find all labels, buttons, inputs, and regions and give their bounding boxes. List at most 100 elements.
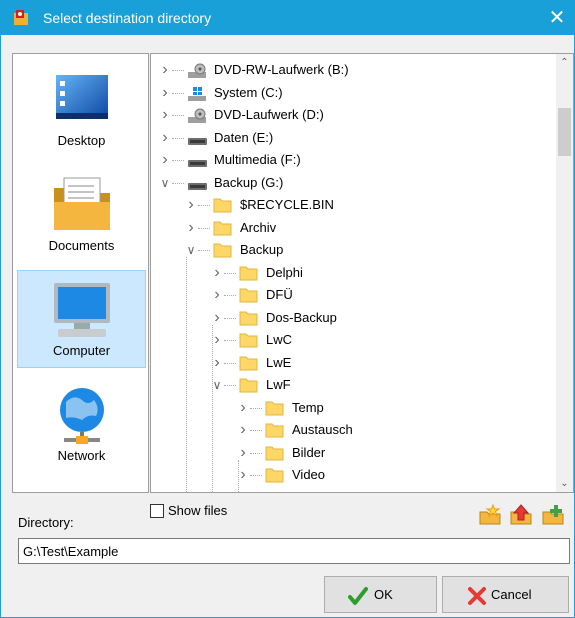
chevron-right-icon[interactable]: ›: [237, 464, 249, 486]
tree-node[interactable]: › DVD-RW-Laufwerk (B:): [159, 59, 539, 81]
place-documents[interactable]: Documents: [17, 165, 146, 263]
place-network[interactable]: Network: [17, 375, 146, 473]
scroll-thumb[interactable]: [558, 108, 571, 156]
tree-node[interactable]: › DFÜ: [211, 284, 539, 306]
place-label: Computer: [52, 343, 111, 358]
chevron-down-icon[interactable]: ∨: [159, 172, 171, 194]
folder-icon: [239, 378, 258, 393]
chevron-right-icon[interactable]: ›: [211, 352, 223, 374]
tree-node-label: DVD-RW-Laufwerk (B:): [214, 62, 349, 77]
chevron-down-icon[interactable]: ∨: [185, 239, 197, 261]
tree-node-label: DVD-Laufwerk (D:): [214, 107, 324, 122]
tree-connector: [198, 250, 210, 251]
chevron-right-icon[interactable]: ›: [237, 419, 249, 441]
tree-node[interactable]: › Archiv: [185, 217, 539, 239]
chevron-right-icon[interactable]: ›: [159, 149, 171, 171]
chevron-right-icon[interactable]: ›: [211, 284, 223, 306]
chevron-down-icon[interactable]: ∨: [211, 374, 223, 396]
folder-up-icon[interactable]: [509, 504, 533, 526]
chevron-right-icon[interactable]: ›: [159, 127, 171, 149]
close-button[interactable]: ✕: [540, 1, 574, 35]
tree-connector: [172, 160, 184, 161]
scroll-up-icon[interactable]: ⌃: [556, 54, 573, 71]
chevron-right-icon[interactable]: ›: [159, 104, 171, 126]
tree-node[interactable]: › Dos-Backup: [211, 307, 539, 329]
place-desktop[interactable]: Desktop: [17, 60, 146, 158]
tree-node[interactable]: › $RECYCLE.BIN: [185, 194, 539, 216]
directory-label: Directory:: [18, 515, 74, 530]
tree-node[interactable]: ∨ Backup (G:): [159, 172, 539, 194]
tree-node[interactable]: › Daten (E:): [159, 127, 539, 149]
tree-connector: [172, 92, 184, 94]
folder-icon: [239, 333, 258, 348]
tree-node[interactable]: › Video: [237, 464, 539, 486]
chevron-right-icon[interactable]: ›: [237, 397, 249, 419]
tree-node[interactable]: ∨ Backup: [185, 239, 539, 261]
hard-drive-icon: [188, 137, 207, 145]
dialog-window: Select destination directory ✕ Desktop D…: [0, 0, 575, 618]
chevron-right-icon[interactable]: ›: [211, 307, 223, 329]
tree-scrollbar[interactable]: ⌃ ⌄: [556, 54, 573, 492]
tree-content: › DVD-RW-Laufwerk (B:) › System (C:) › DVD-La…: [151, 54, 556, 492]
tree-node[interactable]: › Austausch: [237, 419, 539, 441]
folder-icon: [265, 401, 284, 415]
place-label: Desktop: [57, 133, 106, 148]
ok-button[interactable]: OK: [324, 576, 437, 613]
folder-icon: [265, 423, 284, 438]
window-title: Select destination directory: [43, 10, 212, 26]
tree-connector: [224, 272, 236, 274]
tree-connector: [250, 430, 262, 431]
scroll-down-icon[interactable]: ⌄: [556, 475, 573, 492]
tree-node-label: Multimedia (F:): [214, 152, 301, 167]
folder-icon: [239, 356, 258, 370]
tree-node[interactable]: › Temp: [237, 397, 539, 419]
tree-connector: [198, 205, 210, 206]
hard-drive-icon: [188, 182, 207, 190]
chevron-right-icon[interactable]: ›: [211, 262, 223, 284]
chevron-right-icon[interactable]: ›: [159, 82, 171, 104]
documents-folder-icon: [54, 177, 110, 230]
tree-node-label: Backup: [240, 242, 284, 257]
chevron-right-icon[interactable]: ›: [185, 217, 197, 239]
folder-icon: [239, 266, 258, 280]
cancel-button[interactable]: Cancel: [442, 576, 569, 613]
tree-connector: [250, 452, 262, 454]
chevron-right-icon[interactable]: ›: [211, 329, 223, 351]
chevron-right-icon[interactable]: ›: [237, 442, 249, 464]
tree-node[interactable]: › Bilder: [237, 442, 539, 464]
tree-node-label: Delphi: [266, 264, 303, 280]
tree-connector: [224, 317, 236, 319]
chevron-right-icon[interactable]: ›: [159, 59, 171, 81]
folder-icon: [213, 243, 232, 258]
folder-icon: [265, 468, 284, 483]
tree-node[interactable]: › Multimedia (F:): [159, 149, 539, 171]
title-bar[interactable]: Select destination directory ✕: [1, 1, 574, 35]
places-sidebar: Desktop Documents Computer Network: [12, 53, 149, 493]
windows-drive-icon: [188, 86, 206, 101]
tree-node[interactable]: ∨ LwF: [211, 374, 539, 396]
app-icon: [14, 10, 28, 25]
place-label: Network: [57, 448, 106, 463]
tree-node-label: Video: [292, 467, 326, 482]
folder-icon: [213, 198, 232, 213]
place-label: Documents: [48, 238, 115, 253]
tree-node-label: LwF: [266, 377, 291, 392]
place-computer[interactable]: Computer: [17, 270, 146, 368]
dvd-drive-icon: [188, 63, 206, 78]
tree-node[interactable]: › LwE: [211, 352, 539, 374]
checkmark-icon: [348, 587, 368, 605]
tree-node[interactable]: › LwC: [211, 329, 539, 351]
folder-icon: [239, 311, 258, 325]
tree-connector: [172, 70, 184, 71]
tree-connector: [224, 362, 236, 364]
tree-node[interactable]: › Delphi: [211, 262, 539, 284]
folder-tree[interactable]: › DVD-RW-Laufwerk (B:) › System (C:) › DVD-La…: [150, 53, 574, 493]
directory-input[interactable]: [18, 538, 570, 564]
folder-icon: [265, 446, 284, 460]
tree-node[interactable]: › DVD-Laufwerk (D:): [159, 104, 539, 126]
new-folder-star-icon[interactable]: [478, 504, 502, 526]
tree-node[interactable]: › System (C:): [159, 82, 539, 104]
add-folder-icon[interactable]: [541, 504, 565, 526]
chevron-right-icon[interactable]: ›: [185, 194, 197, 216]
show-files-checkbox[interactable]: [150, 504, 164, 518]
